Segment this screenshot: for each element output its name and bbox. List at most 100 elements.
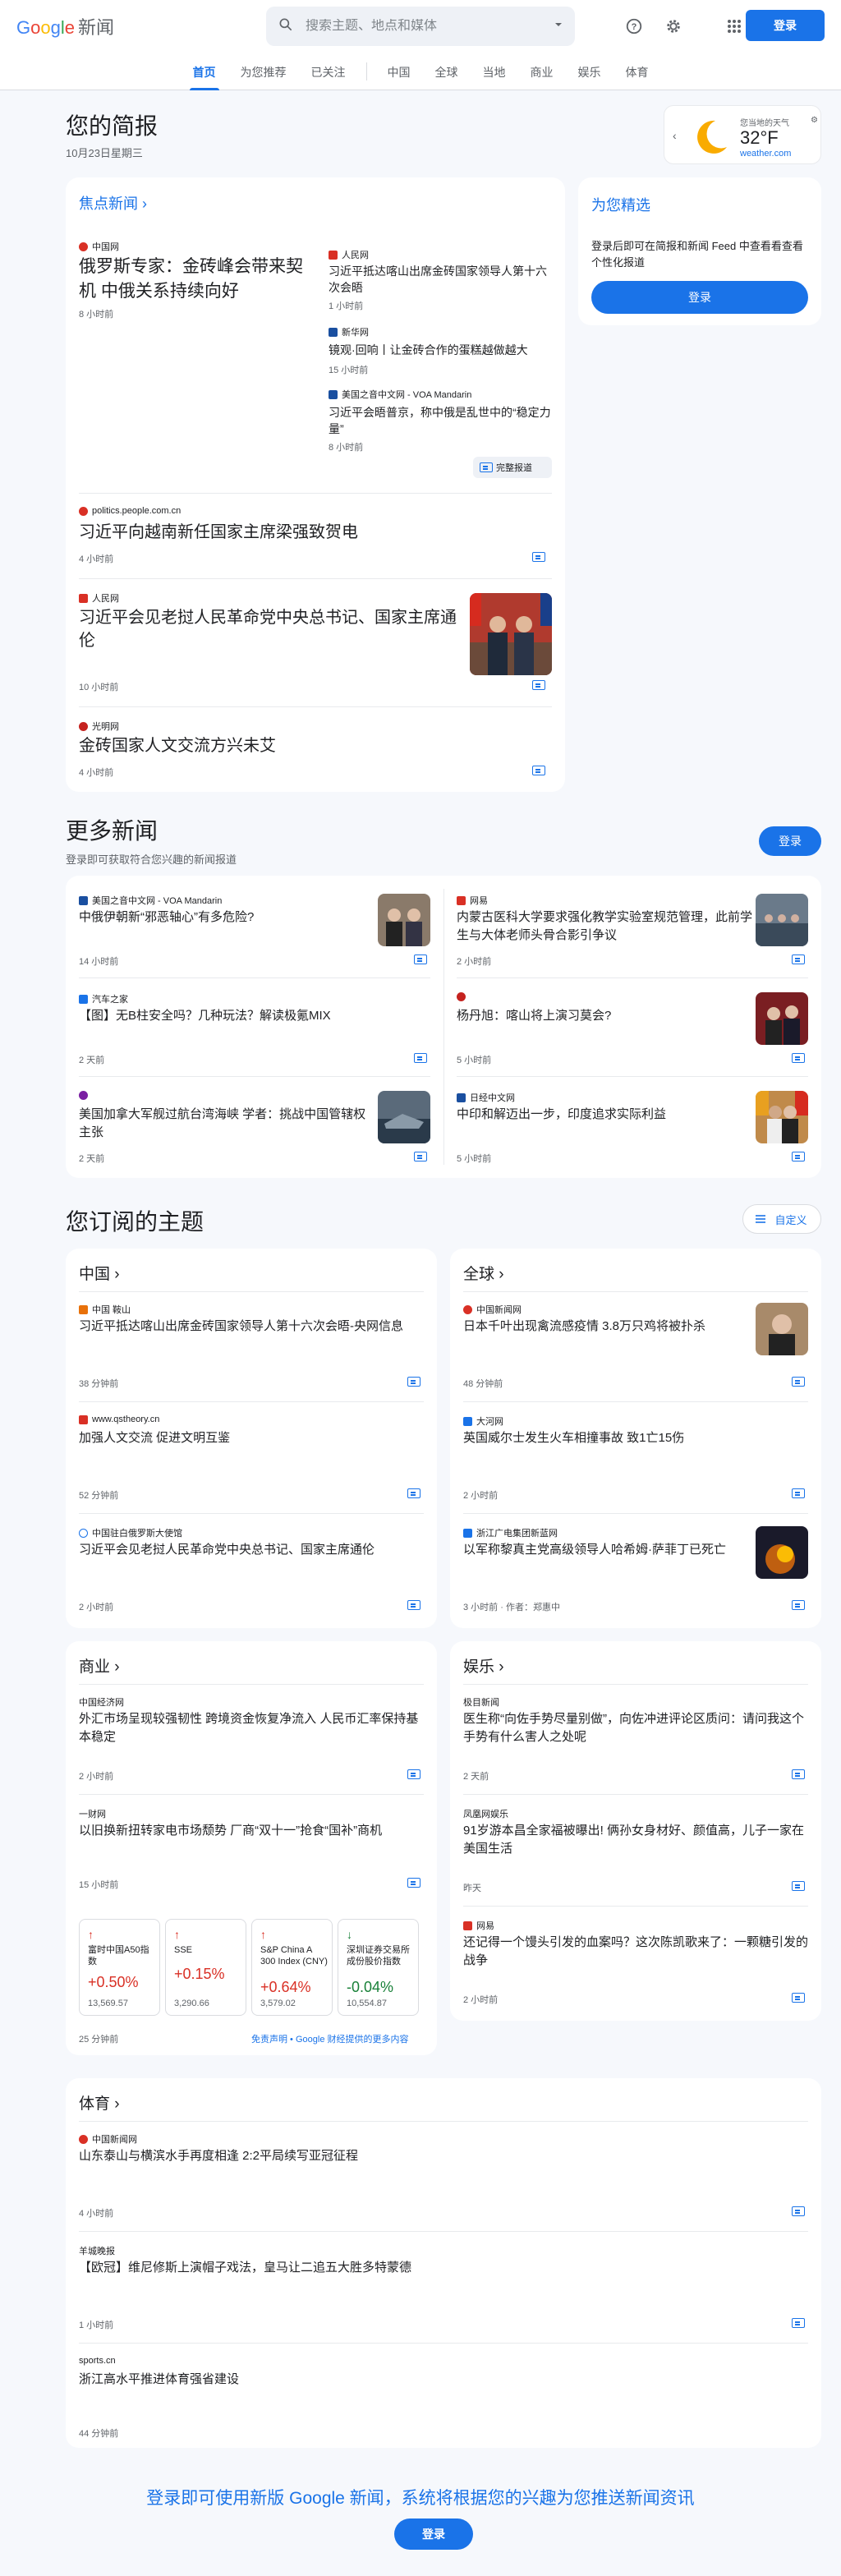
topic-title-world[interactable]: 全球 › (463, 1262, 504, 1284)
story-headline[interactable]: 习近平抵达喀山出席金砖国家领导人第十六次会晤-央网信息 (79, 1318, 424, 1336)
topic-title-china[interactable]: 中国 › (79, 1262, 120, 1284)
full-coverage-icon[interactable] (414, 954, 427, 964)
full-coverage-icon[interactable] (792, 1053, 805, 1063)
story-headline[interactable]: 中印和解迈出一步，印度追求实际利益 (457, 1106, 736, 1124)
full-coverage-icon[interactable] (532, 552, 545, 562)
full-coverage-icon[interactable] (792, 1152, 805, 1162)
full-coverage-icon[interactable] (792, 1377, 805, 1387)
full-coverage-icon[interactable] (792, 2318, 805, 2328)
chevron-down-icon[interactable] (554, 19, 563, 34)
story-headline[interactable]: 习近平向越南新任国家主席梁强致贺电 (79, 521, 539, 544)
tab-world[interactable]: 全球 (425, 53, 468, 90)
stock-card[interactable]: ↑ S&P China A 300 Index (CNY) +0.64% 3,5… (251, 1919, 333, 2016)
story-headline[interactable]: 以旧换新扭转家电市场颓势 厂商“双十一”抢食“国补”商机 (79, 1822, 424, 1840)
story-headline[interactable]: 中俄伊朝新“邪恶轴心”有多危险? (79, 908, 366, 927)
story-headline[interactable]: 山东泰山与横滨水手再度相逢 2:2平局续写亚冠征程 (79, 2147, 802, 2165)
full-coverage-icon[interactable] (792, 2206, 805, 2216)
stock-card[interactable]: ↑ SSE +0.15% 3,290.66 (165, 1919, 246, 2016)
topic-title-business[interactable]: 商业 › (79, 1654, 120, 1677)
stock-name: S&P China A 300 Index (CNY) (260, 1945, 328, 1966)
stock-card[interactable]: ↓ 深圳证券交易所成份股价指数 -0.04% 10,554.87 (338, 1919, 419, 2016)
story-headline[interactable]: 以军称黎真主党高级领导人哈希姆·萨菲丁已死亡 (463, 1541, 742, 1559)
story-thumbnail[interactable] (378, 1091, 430, 1143)
help-icon[interactable]: ? (623, 15, 646, 38)
stock-card[interactable]: ↑ 富时中国A50指数 +0.50% 13,569.57 (79, 1919, 160, 2016)
full-coverage-icon[interactable] (407, 1377, 420, 1387)
story-thumbnail[interactable] (756, 1526, 808, 1579)
story-headline[interactable]: 习近平会见老挝人民革命党中央总书记、国家主席通伦 (79, 1541, 424, 1559)
full-coverage-icon[interactable] (532, 766, 545, 775)
story-headline[interactable]: 习近平抵达喀山出席金砖国家领导人第十六次会晤 (329, 263, 552, 296)
tab-entertainment[interactable]: 娱乐 (568, 53, 611, 90)
full-coverage-icon[interactable] (792, 1993, 805, 2003)
story-thumbnail[interactable] (756, 1091, 808, 1143)
story-headline[interactable]: 【图】无B柱安全吗？几种玩法？解读极氪MIX (79, 1007, 391, 1025)
google-news-logo[interactable]: Google 新闻 (16, 13, 114, 39)
search-icon[interactable] (278, 16, 294, 37)
story-headline[interactable]: 杨丹旭：喀山将上演习莫会? (457, 1007, 736, 1025)
tab-business[interactable]: 商业 (521, 53, 563, 90)
apps-grid-icon[interactable] (723, 15, 746, 38)
full-coverage-icon[interactable] (532, 680, 545, 690)
full-coverage-icon[interactable] (792, 1769, 805, 1779)
full-coverage-icon[interactable] (407, 1878, 420, 1888)
tab-following[interactable]: 已关注 (301, 53, 356, 90)
story-headline[interactable]: 日本千叶出现禽流感疫情 3.8万只鸡将被扑杀 (463, 1318, 742, 1336)
full-coverage-icon[interactable] (792, 1881, 805, 1891)
full-coverage-icon[interactable] (792, 954, 805, 964)
topic-title-entertainment[interactable]: 娱乐 › (463, 1654, 504, 1677)
weather-source-link[interactable]: weather.com (740, 149, 791, 159)
story-headline[interactable]: 还记得一个馒头引发的血案吗？这次陈凯歌来了：一颗糖引发的战争 (463, 1934, 808, 1970)
story-headline[interactable]: 91岁游本昌全家福被曝出! 俩孙女身材好、颜值高，儿子一家在美国生活 (463, 1822, 808, 1858)
story-thumbnail[interactable] (756, 894, 808, 946)
full-coverage-icon[interactable] (414, 1053, 427, 1063)
story-headline[interactable]: 【欧冠】维尼修斯上演帽子戏法，皇马让二追五大胜多特蒙德 (79, 2259, 802, 2277)
arrow-up-icon: ↑ (260, 1928, 266, 1941)
story-headline[interactable]: 加强人文交流 促进文明互鉴 (79, 1429, 424, 1447)
story-headline[interactable]: 内蒙古医科大学要求强化教学实验室规范管理，此前学生与大体老师头骨合影引争议 (457, 908, 752, 945)
story-time: 1 小时前 (79, 2321, 114, 2330)
tab-sports[interactable]: 体育 (616, 53, 659, 90)
story-headline[interactable]: 习近平会见老挝人民革命党中央总书记、国家主席通伦 (79, 606, 457, 652)
for-you-signin-button[interactable]: 登录 (591, 281, 808, 314)
full-coverage-icon[interactable] (407, 1488, 420, 1498)
tab-china[interactable]: 中国 (378, 53, 420, 90)
full-coverage-icon[interactable] (792, 1488, 805, 1498)
top-stories-title[interactable]: 焦点新闻 › (79, 192, 147, 214)
tab-home[interactable]: 首页 (183, 53, 226, 90)
full-coverage-icon[interactable] (407, 1600, 420, 1610)
full-coverage-icon[interactable] (414, 1152, 427, 1162)
full-coverage-button[interactable]: 完整报道 (473, 457, 552, 478)
story-time: 4 小时前 (79, 768, 114, 778)
story-headline[interactable]: 浙江高水平推进体育强省建设 (79, 2371, 802, 2389)
story-headline[interactable]: 外汇市场呈现较强韧性 跨境资金恢复净流入 人民币汇率保持基本稳定 (79, 1710, 424, 1746)
weather-card[interactable]: ‹ 您当地的天气 ⚙ 32°F weather.com (664, 105, 821, 164)
story-headline[interactable]: 镜观·回响丨让金砖合作的蛋糕越做越大 (329, 342, 552, 358)
story-thumbnail[interactable] (378, 894, 430, 946)
chevron-left-icon[interactable]: ‹ (673, 129, 677, 142)
topic-title-sports[interactable]: 体育 › (79, 2091, 120, 2114)
story-thumbnail[interactable] (470, 593, 552, 675)
story-thumbnail[interactable] (756, 992, 808, 1045)
footer-signin-button[interactable]: 登录 (394, 2518, 473, 2550)
story-headline[interactable]: 英国威尔士发生火车相撞事故 致1亡15伤 (463, 1429, 808, 1447)
story-headline[interactable]: 美国加拿大军舰过航台湾海峡 学者：挑战中国管辖权主张 (79, 1106, 366, 1142)
search-input[interactable] (306, 19, 554, 34)
tab-local[interactable]: 当地 (473, 53, 516, 90)
story-headline[interactable]: 俄罗斯专家：金砖峰会带来契机 中俄关系持续向好 (79, 255, 317, 304)
stock-name: 深圳证券交易所成份股价指数 (347, 1945, 410, 1966)
tab-for-you[interactable]: 为您推荐 (231, 53, 296, 90)
gear-icon[interactable] (662, 15, 685, 38)
story-headline[interactable]: 习近平会晤普京，称中俄是乱世中的“稳定力量” (329, 404, 552, 437)
more-news-signin-button[interactable]: 登录 (759, 826, 821, 856)
search-box[interactable] (266, 7, 575, 46)
settings-icon[interactable]: ⚙ (811, 116, 818, 125)
story-thumbnail[interactable] (756, 1303, 808, 1355)
story-headline[interactable]: 金砖国家人文交流方兴未艾 (79, 734, 539, 757)
finance-disclaimer-link[interactable]: 免责声明 • Google 财经提供的更多内容 (251, 2032, 409, 2045)
customize-button[interactable]: 自定义 (742, 1204, 821, 1234)
story-headline[interactable]: 医生称“向佐手势尽量别做”，向佐冲进评论区质问：请问我这个手势有什么害人之处呢 (463, 1710, 808, 1746)
signin-button[interactable]: 登录 (746, 10, 825, 41)
full-coverage-icon[interactable] (407, 1769, 420, 1779)
full-coverage-icon[interactable] (792, 1600, 805, 1610)
